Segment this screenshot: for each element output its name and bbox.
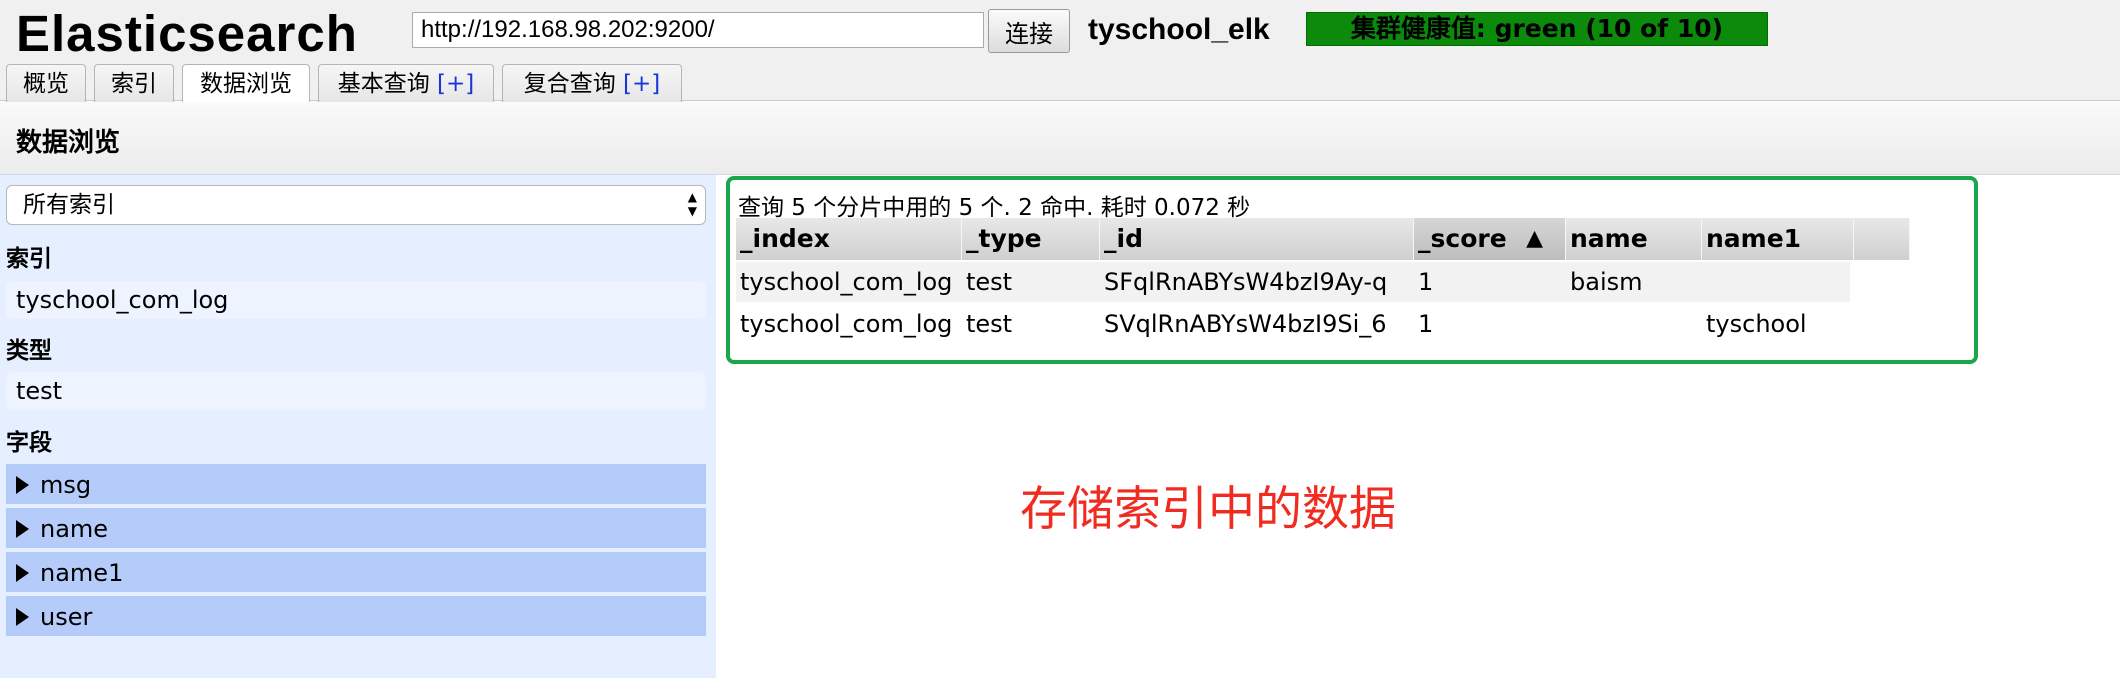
cell-id: SVqlRnABYsW4bzI9Si_6 xyxy=(1104,310,1387,338)
table-row[interactable]: tyschool_com_log test SFqlRnABYsW4bzI9Ay… xyxy=(736,262,1850,302)
type-section-heading: 类型 xyxy=(6,338,52,364)
expand-caret-icon xyxy=(16,476,29,494)
field-label: msg xyxy=(40,471,92,499)
cell-score: 1 xyxy=(1418,268,1434,296)
tab-overview[interactable]: 概览 xyxy=(6,64,86,102)
tab-label: 概览 xyxy=(23,71,69,97)
column-header-id[interactable]: _id xyxy=(1100,218,1414,260)
index-select-value: 所有索引 xyxy=(23,192,115,218)
results-table-header: _index _type _id _score ▲ name name1 xyxy=(736,218,1910,260)
cell-type: test xyxy=(966,310,1013,338)
tab-label: 索引 xyxy=(111,71,157,97)
tab-basic-query[interactable]: 基本查询 [+] xyxy=(318,64,494,102)
page-title: 数据浏览 xyxy=(16,128,121,158)
field-label: name1 xyxy=(40,559,124,587)
cell-id: SFqlRnABYsW4bzI9Ay-q xyxy=(1104,268,1388,296)
sidebar: 所有索引 ▲ ▼ 索引 tyschool_com_log 类型 test 字段 m… xyxy=(0,175,716,678)
column-header-type[interactable]: _type xyxy=(962,218,1100,260)
index-filter-item[interactable]: tyschool_com_log xyxy=(6,281,706,319)
tab-indices[interactable]: 索引 xyxy=(94,64,174,102)
tab-label: 复合查询 xyxy=(523,71,624,97)
table-row[interactable]: tyschool_com_log test SVqlRnABYsW4bzI9Si… xyxy=(736,304,1850,344)
field-row-name[interactable]: name xyxy=(6,508,706,550)
tab-compound-query[interactable]: 复合查询 [+] xyxy=(502,64,682,102)
tab-label: 基本查询 xyxy=(337,71,438,97)
cell-index: tyschool_com_log xyxy=(740,310,953,338)
cell-name1: tyschool xyxy=(1706,310,1807,338)
field-label: name xyxy=(40,515,109,543)
app-logo: Elasticsearch xyxy=(16,5,358,62)
field-row-name1[interactable]: name1 xyxy=(6,552,706,594)
field-row-msg[interactable]: msg xyxy=(6,464,706,506)
select-arrows-icon: ▲ ▼ xyxy=(687,190,697,218)
page-title-bar: 数据浏览 xyxy=(0,102,2120,175)
column-header-name[interactable]: name xyxy=(1566,218,1702,260)
header-bar: Elasticsearch 连接 tyschool_elk 集群健康值: gre… xyxy=(0,0,2120,104)
field-label: user xyxy=(40,603,93,631)
connect-button[interactable]: 连接 xyxy=(988,9,1070,53)
cluster-name: tyschool_elk xyxy=(1088,13,1270,46)
cell-name: baism xyxy=(1570,268,1643,296)
field-section-heading: 字段 xyxy=(6,430,52,456)
cluster-url-input[interactable] xyxy=(412,12,984,48)
tab-expand-link[interactable]: [+] xyxy=(437,71,474,97)
tab-label: 数据浏览 xyxy=(200,71,292,97)
cell-name xyxy=(1566,304,1702,344)
expand-caret-icon xyxy=(16,608,29,626)
index-section-heading: 索引 xyxy=(6,246,52,272)
expand-caret-icon xyxy=(16,520,29,538)
cell-score: 1 xyxy=(1418,310,1434,338)
results-panel: 查询 5 个分片中用的 5 个. 2 命中. 耗时 0.072 秒 _index… xyxy=(726,176,1978,364)
column-header-score[interactable]: _score ▲ xyxy=(1414,218,1566,260)
expand-caret-icon xyxy=(16,564,29,582)
query-summary: 查询 5 个分片中用的 5 个. 2 命中. 耗时 0.072 秒 xyxy=(738,195,1251,221)
cell-name1 xyxy=(1702,262,1850,302)
tab-data-browser[interactable]: 数据浏览 xyxy=(182,64,310,104)
cell-type: test xyxy=(966,268,1013,296)
column-header-name1[interactable]: name1 xyxy=(1702,218,1854,260)
sort-ascending-icon: ▲ xyxy=(1526,226,1543,251)
cluster-health-badge: 集群健康值: green (10 of 10) xyxy=(1306,12,1768,46)
field-row-user[interactable]: user xyxy=(6,596,706,638)
cell-index: tyschool_com_log xyxy=(740,268,953,296)
index-select[interactable]: 所有索引 ▲ ▼ xyxy=(6,185,706,225)
type-filter-item[interactable]: test xyxy=(6,372,706,410)
annotation-caption: 存储索引中的数据 xyxy=(1020,482,1396,537)
tab-expand-link[interactable]: [+] xyxy=(623,71,660,97)
column-header-spacer xyxy=(1854,218,1910,260)
column-header-label: _score xyxy=(1418,224,1507,253)
column-header-index[interactable]: _index xyxy=(736,218,962,260)
